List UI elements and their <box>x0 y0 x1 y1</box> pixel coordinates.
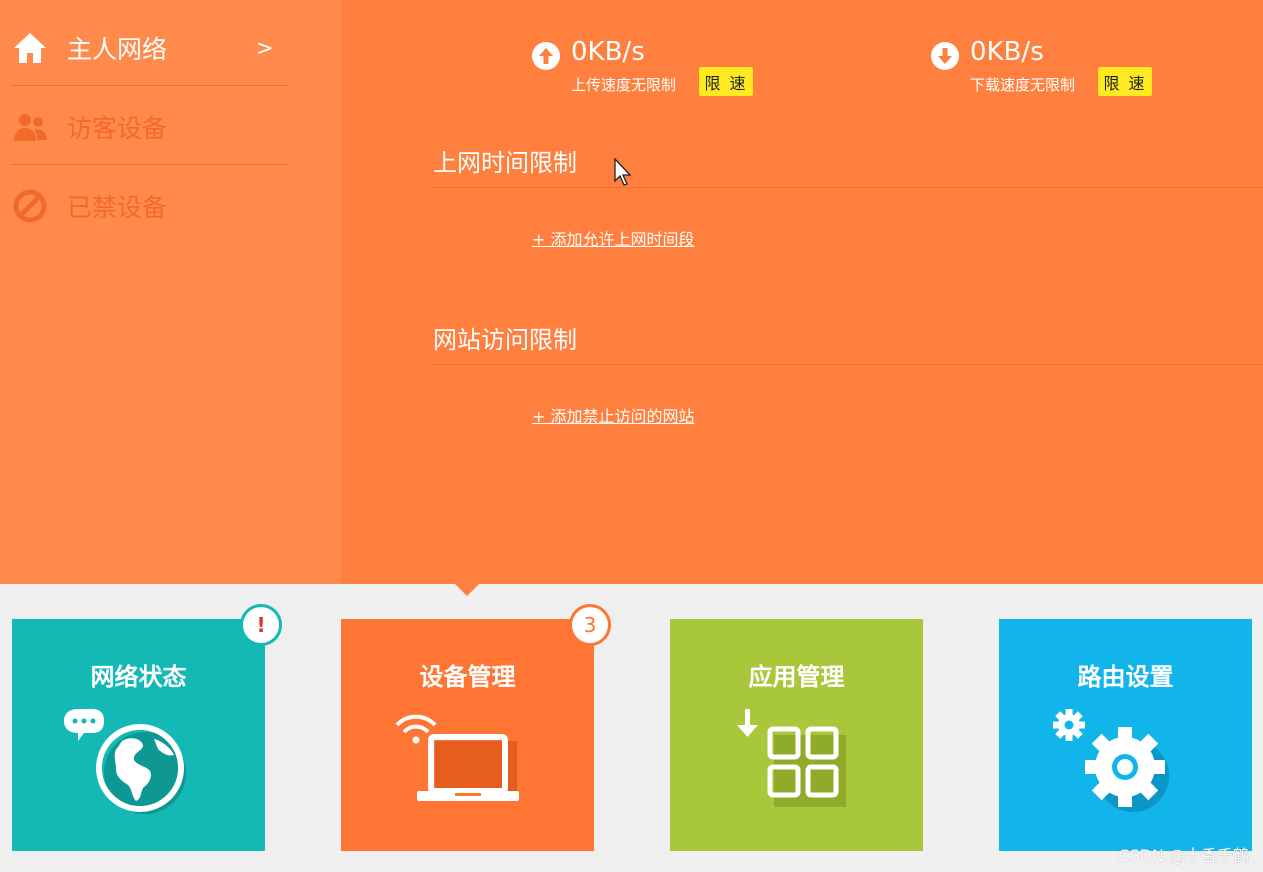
globe-icon <box>64 709 186 814</box>
mouse-cursor-icon <box>614 158 632 186</box>
warning-badge: ! <box>240 604 282 646</box>
watermark: CSDN @十香千鹤 <box>1118 846 1249 865</box>
gear-icon <box>1053 709 1169 812</box>
divider <box>433 364 1263 365</box>
tile-label: 应用管理 <box>748 663 845 691</box>
upload-limit-button[interactable]: 限 速 <box>699 67 753 96</box>
device-count-badge: 3 <box>569 604 611 646</box>
laptop-icon <box>395 714 519 801</box>
download-arrow-icon <box>931 42 959 70</box>
sidebar-item-label: 访客设备 <box>67 113 168 143</box>
divider <box>433 187 1263 188</box>
sidebar-item-label: 主人网络 <box>67 34 168 64</box>
tile-label: 网络状态 <box>90 663 187 691</box>
tile-network-status[interactable]: 网络状态 ! <box>12 604 282 851</box>
tile-label: 路由设置 <box>1077 663 1174 691</box>
active-tile-pointer <box>454 583 480 596</box>
apps-icon <box>737 709 846 807</box>
add-blocked-site-link[interactable]: + 添加禁止访问的网站 <box>532 403 695 427</box>
divider <box>10 85 288 86</box>
upload-arrow-icon <box>532 42 560 70</box>
sidebar-item-guest-devices[interactable]: 访客设备 <box>0 87 300 166</box>
site-limit-title: 网站访问限制 <box>433 326 577 354</box>
tile-device-management[interactable]: 设备管理 3 <box>341 604 611 851</box>
time-limit-title: 上网时间限制 <box>433 149 577 177</box>
sidebar-item-host-network[interactable]: 主人网络 > <box>0 8 300 87</box>
upload-speed-value: 0KB/s <box>571 37 645 67</box>
divider <box>10 164 288 165</box>
home-icon <box>14 32 46 63</box>
sidebar-item-blocked-devices[interactable]: 已禁设备 <box>0 166 300 245</box>
chevron-right-icon: > <box>256 35 274 60</box>
sidebar: 主人网络 > 访客设备 已禁设备 <box>0 0 342 584</box>
upload-speed-status: 上传速度无限制 <box>571 76 677 94</box>
guests-icon <box>14 113 47 141</box>
add-allowed-time-link[interactable]: + 添加允许上网时间段 <box>532 226 695 250</box>
blocked-icon <box>13 189 47 222</box>
download-speed-status: 下载速度无限制 <box>970 76 1076 94</box>
download-limit-button[interactable]: 限 速 <box>1098 67 1152 96</box>
tile-label: 设备管理 <box>419 663 516 691</box>
tile-router-settings[interactable]: 路由设置 <box>999 619 1252 851</box>
tile-app-management[interactable]: 应用管理 <box>670 619 923 851</box>
sidebar-item-label: 已禁设备 <box>67 192 168 222</box>
download-speed-value: 0KB/s <box>970 37 1044 67</box>
